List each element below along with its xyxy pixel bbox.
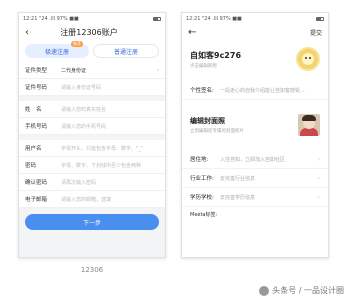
field-label: 手机号码 [25,124,48,130]
field-label: 电子邮箱 [25,197,48,203]
signature-label: 个性签名: [190,88,214,94]
chevron-right-icon: › [317,193,320,201]
nickname-text: 自如客9c276 点击编辑昵称 [190,50,241,69]
phone-placeholder: 请输入您的手机号码 [61,123,107,130]
nickname-hint: 点击编辑昵称 [190,63,217,69]
watermark: 头条号 / 一品设计圈 [259,285,344,296]
page-title: 注册12306账户 [60,28,118,37]
residence-label: 居住地: [190,157,209,163]
status-icons [153,16,161,21]
recommend-badge: 推荐 [71,41,83,47]
nickname: 自如客9c276 [190,50,242,60]
industry-row[interactable]: 行业工作: 去完善行业信息 › [182,169,328,188]
battery-icon [153,16,161,21]
tab-fast-register-label: 极速注册 [44,48,69,56]
status-bar: 12:21 "24 .lll 97% ■■ [182,13,328,24]
nav-bar: ‹ 注册12306账户 [19,24,165,41]
name-field[interactable]: 姓 名 请输入您的真实姓名 [19,101,165,118]
register-form: 证件类型 二代身份证 › 证件号码 请输入身份证号码 [19,62,165,96]
name-placeholder: 请输入您的真实姓名 [61,106,107,113]
residence-row[interactable]: 居住地: 入住自如，立即加入自如社区 › [182,150,328,169]
industry-value: 去完善行业信息 [220,175,256,182]
register-form-2: 姓 名 请输入您的真实姓名 手机号码 请输入您的手机号码 [19,101,165,135]
confirm-password-placeholder: 请再次输入密码 [61,179,97,186]
status-bar: 12:21 "24 .lll 97% ■■ [19,13,165,24]
signature-value: 一段走心的自我介绍能让自如客感受... [220,87,305,94]
next-button[interactable]: 下一步 [25,214,159,230]
confirm-password-field[interactable]: 确认密码 请再次输入密码 [19,174,165,191]
education-row[interactable]: 学历学校: 去完善学历信息 › [182,188,328,207]
back-arrow-icon[interactable]: ‹ [25,27,39,38]
watermark-text: 头条号 / 一品设计圈 [272,286,344,295]
field-label: 姓 名 [25,107,42,113]
id-number-field[interactable]: 证件号码 请输入身份证号码 [19,79,165,96]
back-arrow-icon[interactable]: ← [188,27,202,38]
email-placeholder: 请输入您的邮箱，选填 [61,196,112,203]
phone-field[interactable]: 手机号码 请输入您的手机号码 [19,118,165,135]
profile-edit-screen: 12:21 "24 .lll 97% ■■ ← 提交 自如客9c276 点击编辑… [181,12,329,258]
cover-block[interactable]: 编辑封面照 立刻编辑您专属的封面照片 [182,106,328,142]
tab-fast-register[interactable]: 极速注册 推荐 [25,41,89,58]
watermark-logo-icon [259,285,270,296]
username-placeholder: 字母开头，只能包含字母、数字、"_" [61,145,144,152]
id-type-value: 二代身份证 [61,67,87,74]
nickname-block[interactable]: 自如客9c276 点击编辑昵称 [182,41,328,75]
signature-row[interactable]: 个性签名: 一段走心的自我介绍能让自如客感受... [182,81,328,100]
battery-icon [316,16,324,21]
registration-screen: 12:21 "24 .lll 97% ■■ ‹ 注册12306账户 极速注册 推… [18,12,166,258]
nav-bar: ← 提交 [182,24,328,41]
cover-hint: 立刻编辑您专属的封面照片 [190,129,244,134]
field-label: 证件号码 [25,85,48,91]
email-field[interactable]: 电子邮箱 请输入您的邮箱，选填 [19,191,165,208]
residence-value: 入住自如，立即加入自如社区 [220,156,286,163]
id-number-placeholder: 请输入身份证号码 [61,84,102,91]
password-placeholder: 字母、数字、下划线中至少包含两种 [61,162,142,169]
register-mode-tabs: 极速注册 推荐 普通注册 [19,41,165,62]
tab-normal-register[interactable]: 普通注册 [93,44,159,58]
field-label: 用户名 [25,146,42,152]
industry-label: 行业工作: [190,176,214,182]
cover-photo[interactable] [298,114,320,136]
photo-body [300,128,318,136]
chevron-right-icon: › [317,155,320,163]
meeta-tags-label: Meeta标签: [190,212,218,218]
chevron-right-icon: › [156,66,159,74]
field-label: 证件类型 [25,68,48,74]
education-value: 去完善学历信息 [220,194,256,201]
field-label: 确认密码 [25,180,48,186]
field-label: 密码 [25,163,37,169]
avatar[interactable] [296,47,320,71]
submit-button[interactable]: 提交 [302,28,322,37]
register-form-3: 用户名 字母开头，只能包含字母、数字、"_" 密码 字母、数字、下划线中至少包含… [19,140,165,208]
status-time: 12:21 "24 .lll 97% ■■ [23,15,79,22]
tab-normal-register-label: 普通注册 [113,48,138,56]
smiley-face-icon [302,53,314,65]
status-time: 12:21 "24 .lll 97% ■■ [186,15,242,22]
screenshot-caption: 12306 [80,266,104,274]
password-field[interactable]: 密码 字母、数字、下划线中至少包含两种 [19,157,165,174]
username-field[interactable]: 用户名 字母开头，只能包含字母、数字、"_" [19,140,165,157]
status-icons [316,16,324,21]
cover-title: 编辑封面照 [190,117,225,125]
photo-hair [302,115,316,121]
next-wrap: 下一步 [19,208,165,236]
chevron-right-icon: › [317,174,320,182]
cover-text: 编辑封面照 立刻编辑您专属的封面照片 [190,116,244,134]
id-type-row[interactable]: 证件类型 二代身份证 › [19,62,165,79]
education-label: 学历学校: [190,195,214,201]
